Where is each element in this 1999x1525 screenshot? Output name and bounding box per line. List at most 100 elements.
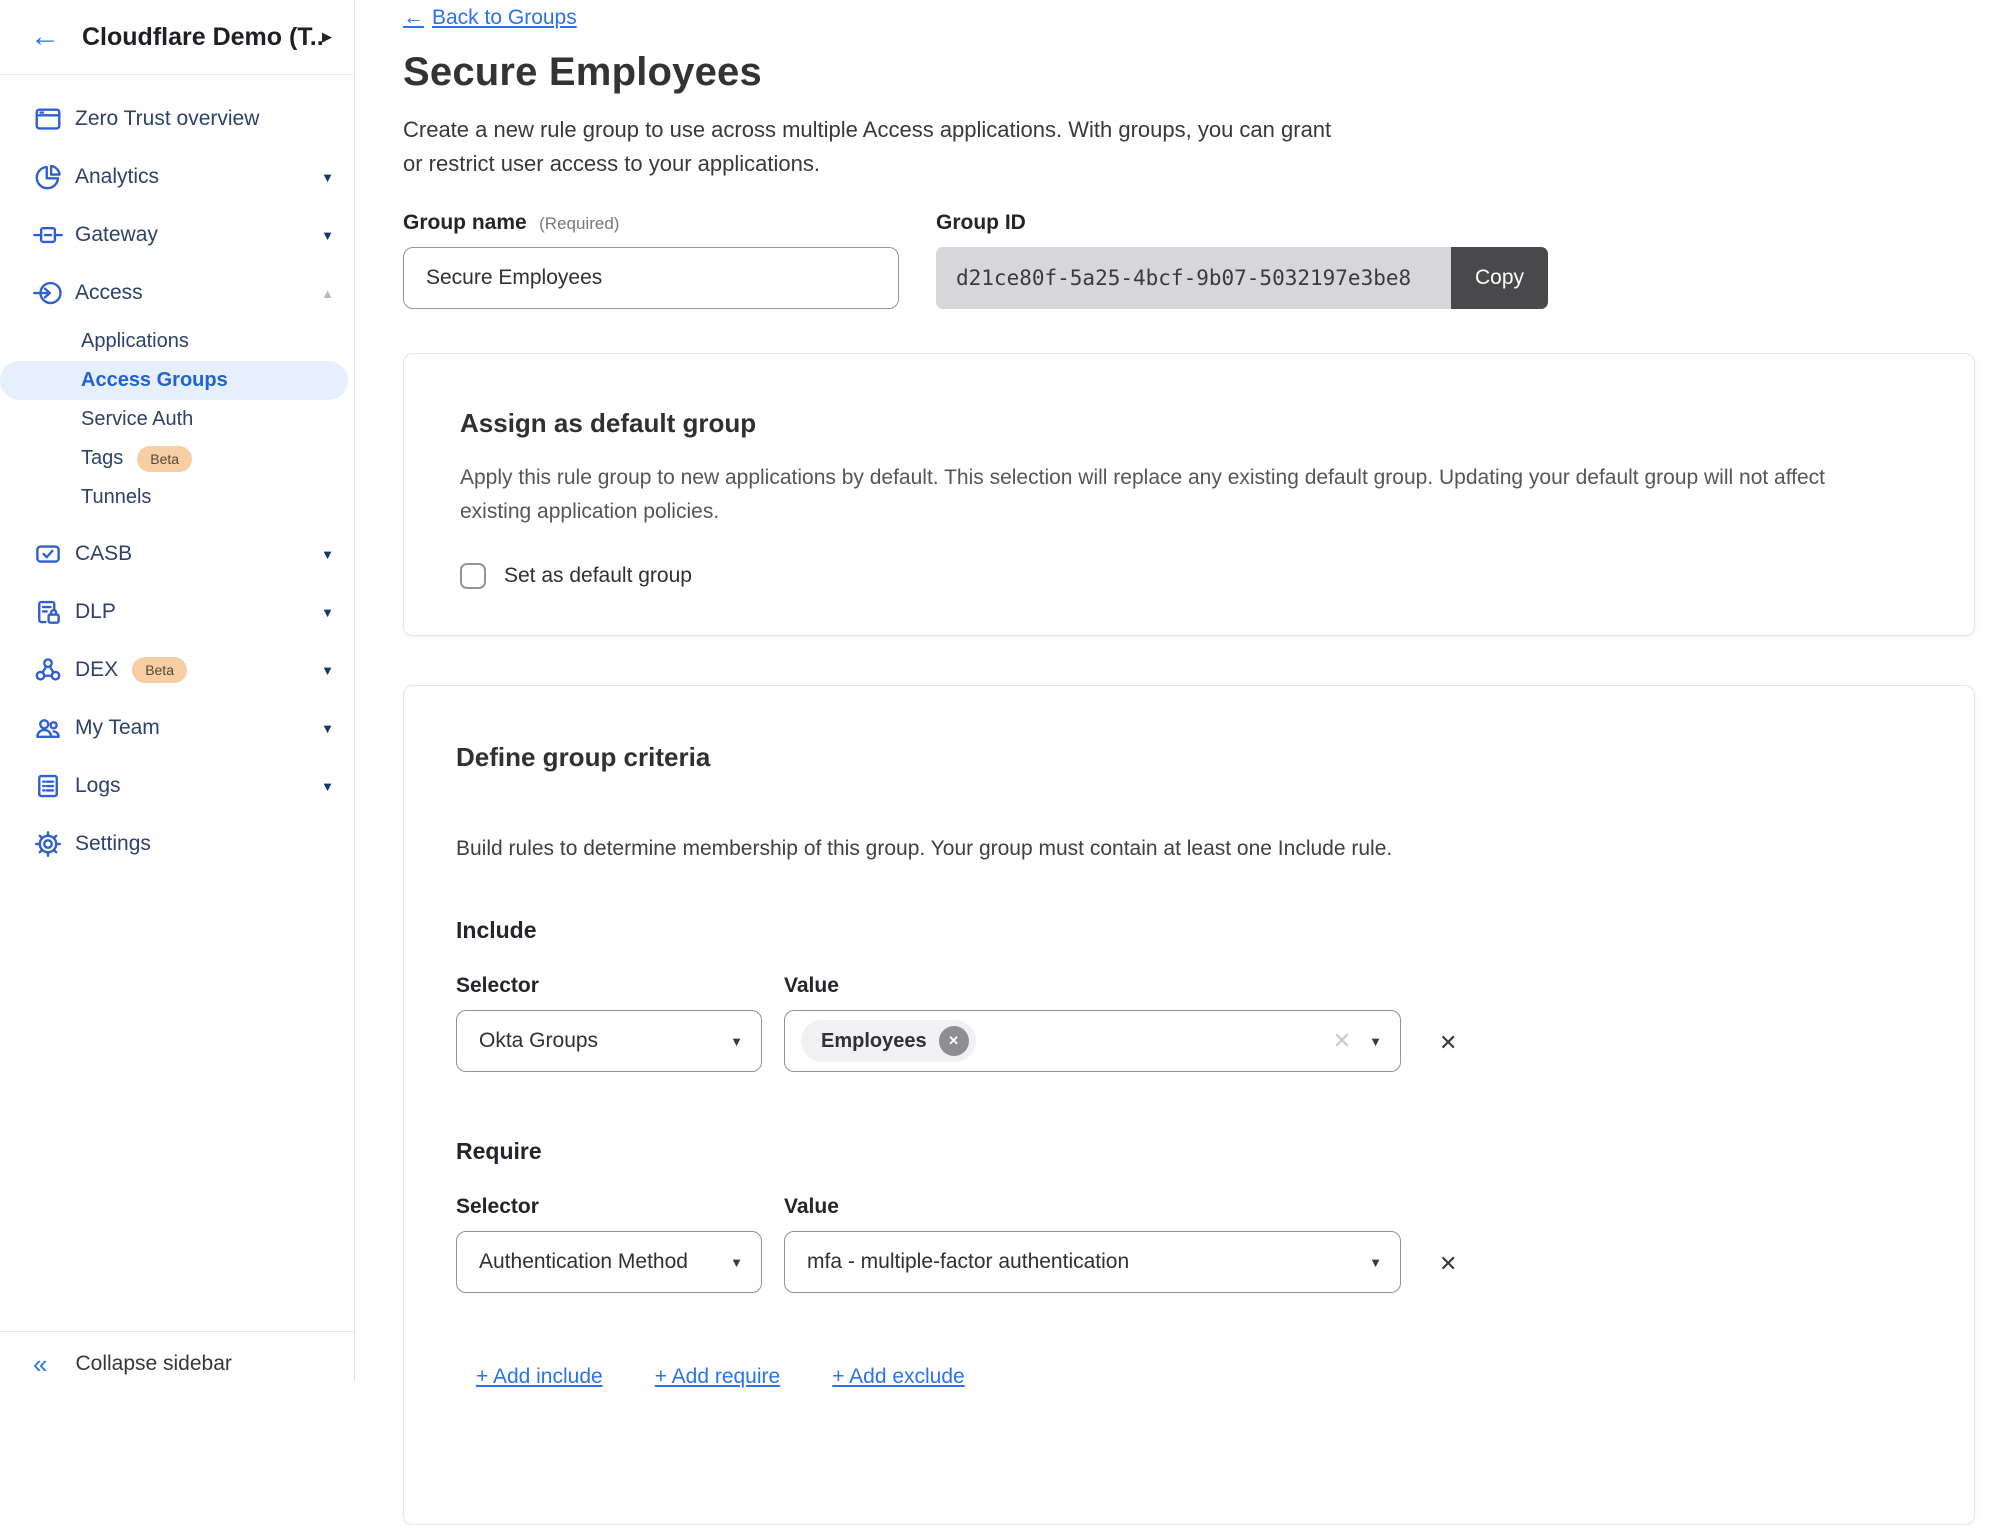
require-value-dropdown[interactable]: mfa - multiple-factor authentication ▼	[784, 1231, 1401, 1293]
add-exclude-link[interactable]: + Add exclude	[832, 1365, 965, 1389]
include-rule-row: Selector Okta Groups ▼ Value Employees ✕…	[456, 974, 1922, 1072]
back-arrow-icon[interactable]: ←	[30, 22, 60, 52]
sidebar-item-settings[interactable]: Settings	[0, 815, 354, 873]
chevron-down-icon: ▼	[321, 721, 334, 736]
require-value-column: Value mfa - multiple-factor authenticati…	[784, 1195, 1401, 1293]
chevron-down-icon: ▼	[321, 170, 334, 185]
log-list-icon	[33, 771, 63, 801]
back-link-label: Back to Groups	[432, 6, 577, 30]
sidebar-item-label: DEX	[75, 658, 118, 682]
beta-badge: Beta	[137, 446, 192, 472]
remove-include-rule-button[interactable]: ✕	[1439, 1032, 1457, 1054]
sidebar-item-label: Applications	[81, 330, 189, 353]
sidebar-item-service-auth[interactable]: Service Auth	[0, 400, 348, 439]
add-include-link[interactable]: + Add include	[476, 1365, 603, 1389]
casb-icon	[33, 539, 63, 569]
set-default-group-label: Set as default group	[504, 564, 692, 588]
sidebar-item-zero-trust-overview[interactable]: Zero Trust overview	[0, 90, 354, 148]
chevron-up-icon: ▲	[321, 286, 334, 301]
sidebar-item-label: Logs	[75, 774, 121, 798]
sidebar-item-dex[interactable]: DEX Beta ▼	[0, 641, 354, 699]
sidebar-nav: Zero Trust overview Analytics ▼ Gateway …	[0, 75, 354, 873]
sidebar-item-casb[interactable]: CASB ▼	[0, 525, 354, 583]
group-id-row: d21ce80f-5a25-4bcf-9b07-5032197e3be8 Cop…	[936, 247, 1548, 309]
sidebar-item-logs[interactable]: Logs ▼	[0, 757, 354, 815]
gateway-icon	[33, 220, 63, 250]
chip-remove-icon[interactable]: ✕	[939, 1026, 969, 1056]
group-id-block: Group ID d21ce80f-5a25-4bcf-9b07-5032197…	[936, 211, 1548, 309]
include-selector-dropdown[interactable]: Okta Groups ▼	[456, 1010, 762, 1072]
sidebar-item-dlp[interactable]: DLP ▼	[0, 583, 354, 641]
required-hint: (Required)	[539, 214, 619, 233]
sidebar-item-label: Service Auth	[81, 408, 193, 431]
collapse-sidebar-button[interactable]: « Collapse sidebar	[0, 1331, 354, 1381]
selector-label: Selector	[456, 974, 762, 998]
clear-values-icon[interactable]: ✕	[1333, 1028, 1351, 1054]
sidebar-header: ← Cloudflare Demo (T... ▶	[0, 0, 354, 75]
page-title: Secure Employees	[403, 50, 1975, 95]
chevron-down-icon: ▼	[730, 1034, 743, 1049]
include-selector-column: Selector Okta Groups ▼	[456, 974, 762, 1072]
account-title: Cloudflare Demo (T...	[82, 23, 322, 52]
sidebar-item-access[interactable]: Access ▲	[0, 264, 354, 322]
sidebar-item-my-team[interactable]: My Team ▼	[0, 699, 354, 757]
sidebar-item-gateway[interactable]: Gateway ▼	[0, 206, 354, 264]
require-heading: Require	[456, 1138, 1922, 1165]
require-rule-row: Selector Authentication Method ▼ Value m…	[456, 1195, 1922, 1293]
require-selector-value: Authentication Method	[479, 1250, 688, 1274]
employees-chip: Employees ✕	[801, 1020, 976, 1062]
sidebar-item-label: Tunnels	[81, 486, 151, 509]
assign-default-group-card: Assign as default group Apply this rule …	[403, 353, 1975, 636]
assign-default-group-title: Assign as default group	[460, 408, 1918, 439]
chevron-down-icon: ▼	[321, 663, 334, 678]
sidebar-item-label: Tags	[81, 447, 123, 470]
include-selector-value: Okta Groups	[479, 1029, 598, 1053]
sidebar-item-label: Access Groups	[81, 369, 228, 392]
collapse-sidebar-label: Collapse sidebar	[75, 1352, 231, 1376]
collapse-chevrons-icon: «	[33, 1352, 47, 1376]
back-arrow-icon: ←	[403, 6, 424, 30]
description-line-2: or restrict user access to your applicat…	[403, 147, 1975, 181]
group-name-input[interactable]	[403, 247, 899, 309]
value-label: Value	[784, 1195, 1401, 1219]
require-selector-column: Selector Authentication Method ▼	[456, 1195, 762, 1293]
sidebar-item-label: My Team	[75, 716, 160, 740]
sidebar-item-label: Zero Trust overview	[75, 107, 259, 131]
include-value-column: Value Employees ✕ ✕ ▼	[784, 974, 1401, 1072]
remove-require-rule-button[interactable]: ✕	[1439, 1253, 1457, 1275]
require-value-text: mfa - multiple-factor authentication	[807, 1250, 1129, 1274]
chevron-down-icon: ▼	[730, 1255, 743, 1270]
selector-label: Selector	[456, 1195, 762, 1219]
include-heading: Include	[456, 917, 1922, 944]
group-name-field-block: Group name (Required)	[403, 211, 899, 309]
sidebar-item-label: Settings	[75, 832, 151, 856]
description-line-1: Create a new rule group to use across mu…	[403, 113, 1975, 147]
caret-right-icon[interactable]: ▶	[322, 29, 332, 45]
add-rule-actions: + Add include + Add require + Add exclud…	[476, 1365, 1922, 1389]
sidebar-item-label: DLP	[75, 600, 116, 624]
pie-chart-icon	[33, 162, 63, 192]
set-default-group-checkbox[interactable]	[460, 563, 486, 589]
window-icon	[33, 104, 63, 134]
page-description: Create a new rule group to use across mu…	[403, 113, 1975, 181]
chevron-down-icon: ▼	[321, 605, 334, 620]
group-meta-row: Group name (Required) Group ID d21ce80f-…	[403, 211, 1975, 309]
include-value-multiselect[interactable]: Employees ✕ ✕ ▼	[784, 1010, 1401, 1072]
back-to-groups-link[interactable]: ← Back to Groups	[403, 6, 577, 30]
sidebar: ← Cloudflare Demo (T... ▶ Zero Trust ove…	[0, 0, 355, 1381]
access-login-icon	[33, 278, 63, 308]
sidebar-item-label: CASB	[75, 542, 132, 566]
sidebar-item-tunnels[interactable]: Tunnels	[0, 478, 348, 517]
sidebar-item-label: Access	[75, 281, 143, 305]
sidebar-item-access-groups[interactable]: Access Groups	[0, 361, 348, 400]
chevron-down-icon: ▼	[1369, 1034, 1382, 1049]
sidebar-item-label: Gateway	[75, 223, 158, 247]
add-require-link[interactable]: + Add require	[655, 1365, 781, 1389]
sidebar-item-applications[interactable]: Applications	[0, 322, 348, 361]
sidebar-item-analytics[interactable]: Analytics ▼	[0, 148, 354, 206]
chevron-down-icon: ▼	[1369, 1255, 1382, 1270]
copy-button[interactable]: Copy	[1451, 247, 1548, 309]
sidebar-item-tags[interactable]: Tags Beta	[0, 439, 348, 478]
require-selector-dropdown[interactable]: Authentication Method ▼	[456, 1231, 762, 1293]
define-group-criteria-card: Define group criteria Build rules to det…	[403, 685, 1975, 1525]
